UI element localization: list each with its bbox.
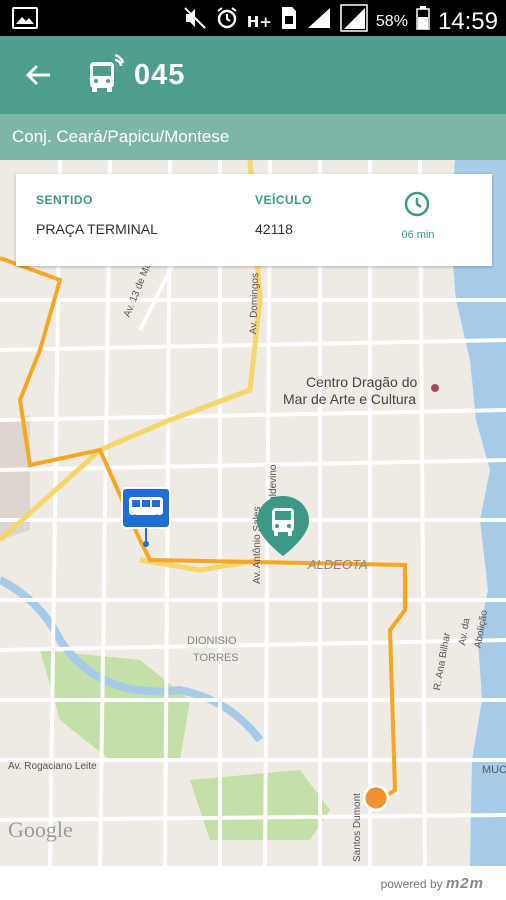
powered-by-label: powered by [380, 877, 443, 891]
app-bar: 045 [0, 36, 506, 114]
image-notification-icon [12, 7, 38, 34]
vehicle-label: VEÍCULO [255, 193, 312, 207]
signal-icon [306, 6, 332, 38]
powered-by-text: powered by m2m [381, 875, 484, 892]
neighborhood-label: ALDEOTA [308, 557, 368, 572]
status-bar: H+ 58% 14:59 [0, 0, 506, 36]
signal-icon-2 [340, 4, 368, 40]
route-name: Conj. Ceará/Papicu/Montese [12, 127, 230, 146]
bus-marker-icon [257, 496, 309, 556]
street-label: Santos Dumont [352, 793, 363, 862]
brand-logo: m2m [445, 875, 484, 892]
street-label: Av. Rogaciano Leite [8, 761, 97, 772]
vehicle-value: 42118 [255, 221, 293, 237]
street-label: MUC [482, 764, 506, 776]
direction-value: PRAÇA TERMINAL [36, 221, 158, 237]
park-area-2 [190, 770, 330, 840]
eta-value: 06 min [401, 229, 435, 241]
clock-time: 14:59 [437, 8, 498, 35]
bus-stop-marker[interactable] [120, 486, 174, 547]
route-name-bar: Conj. Ceará/Papicu/Montese [0, 114, 506, 160]
arrow-left-icon [25, 64, 50, 86]
bus-live-icon [88, 53, 125, 94]
poi-label: Centro Dragão do [306, 374, 418, 390]
mute-icon [183, 6, 207, 38]
alarm-icon [215, 6, 239, 38]
clock-icon [404, 191, 430, 217]
poi-dot [431, 384, 439, 392]
bus-stop-icon [121, 487, 171, 547]
direction-label: SENTIDO [36, 193, 93, 207]
neighborhood-label: TORRES [193, 652, 239, 664]
street-label: Av. Domingos [247, 272, 262, 335]
trip-info-card [16, 174, 492, 266]
battery-percent: 58% [375, 13, 408, 30]
battery-icon [416, 6, 430, 38]
back-button[interactable] [20, 56, 58, 94]
poi-label-2: Mar de Arte e Cultura [283, 391, 417, 407]
app-screen: H+ 58% 14:59 Centro Dragão do Mar de Art… [0, 0, 506, 900]
destination-marker [362, 784, 390, 812]
neighborhood-label: DIONISIO [187, 635, 237, 647]
footer: powered by m2m [0, 866, 506, 900]
bus-vehicle-marker[interactable] [255, 494, 311, 560]
google-logo: Google [8, 817, 73, 842]
network-type-icon: H+ [246, 13, 272, 31]
sim-icon [280, 6, 298, 38]
line-number: 045 [134, 59, 186, 91]
